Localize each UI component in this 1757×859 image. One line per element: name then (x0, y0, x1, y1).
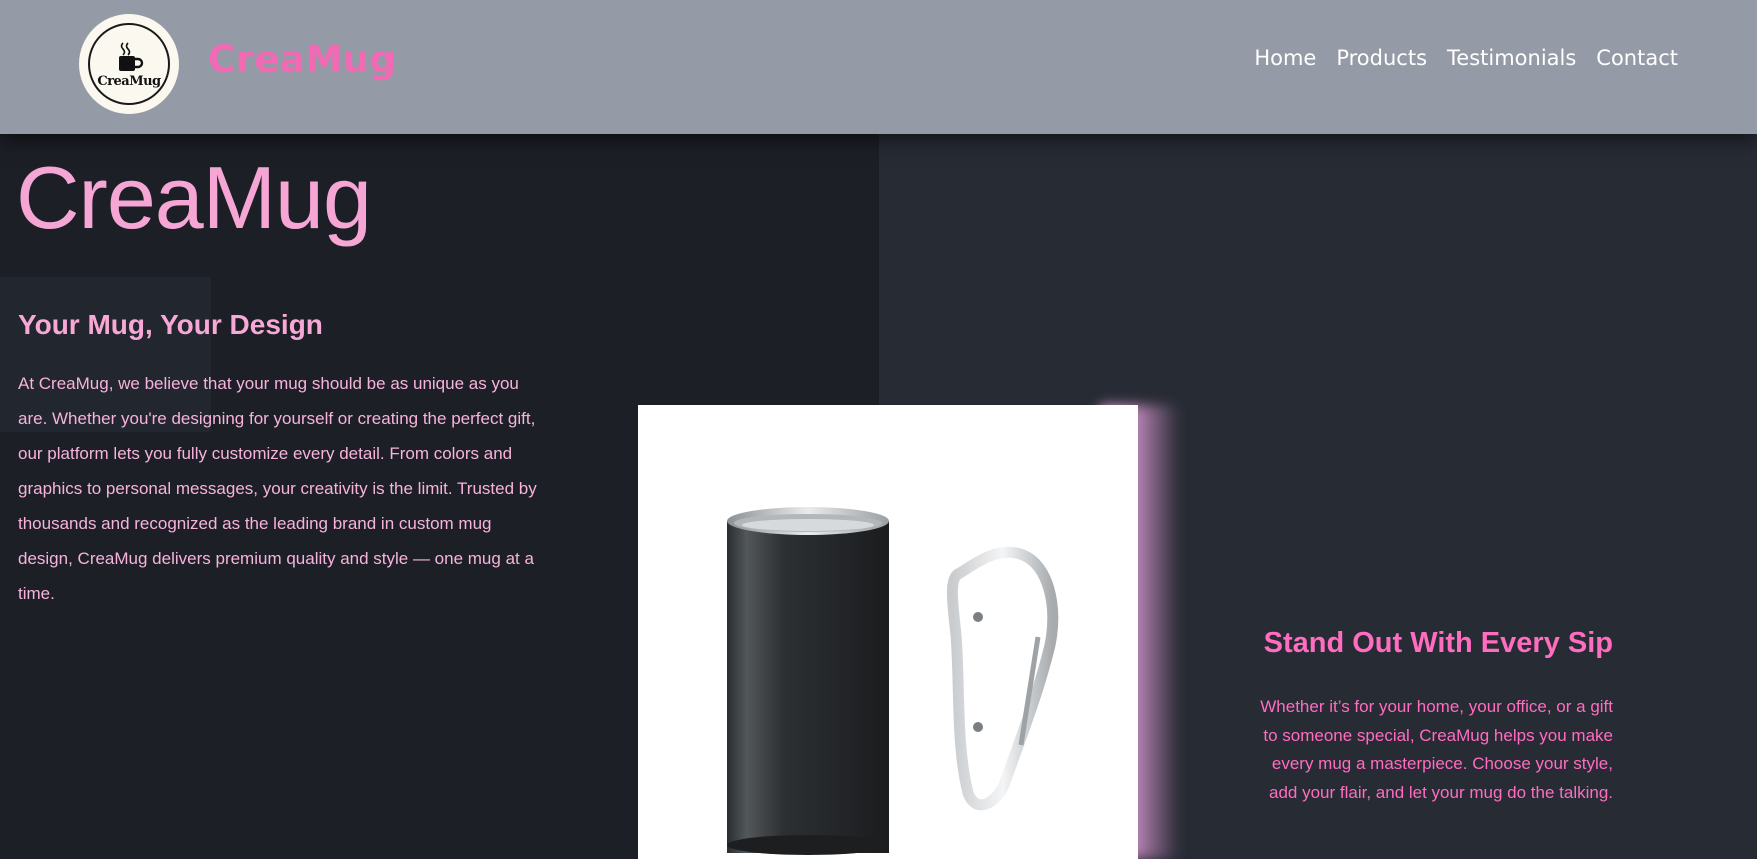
logo-badge: CreaMug (88, 23, 170, 105)
nav-products[interactable]: Products (1336, 46, 1427, 70)
site-header: CreaMug CreaMug Home Products Testimonia… (0, 0, 1757, 134)
hero-tagline: Your Mug, Your Design (18, 309, 323, 340)
nav-contact[interactable]: Contact (1596, 46, 1678, 70)
nav-testimonials[interactable]: Testimonials (1447, 46, 1576, 70)
main-nav: Home Products Testimonials Contact (1254, 46, 1678, 70)
coffee-cup-icon (119, 42, 144, 71)
feature-text: Whether it’s for your home, your office,… (1260, 697, 1613, 802)
logo[interactable]: CreaMug (79, 14, 179, 114)
brand-name[interactable]: CreaMug (208, 38, 397, 81)
hero-title: CreaMug (16, 148, 372, 247)
logo-text: CreaMug (97, 74, 161, 89)
product-image (638, 405, 1138, 859)
nav-home[interactable]: Home (1254, 46, 1316, 70)
black-carabiner-mug-image (727, 507, 1059, 855)
feature-title: Stand Out With Every Sip (1263, 627, 1613, 659)
hero-intro-text: At CreaMug, we believe that your mug sho… (18, 374, 537, 603)
